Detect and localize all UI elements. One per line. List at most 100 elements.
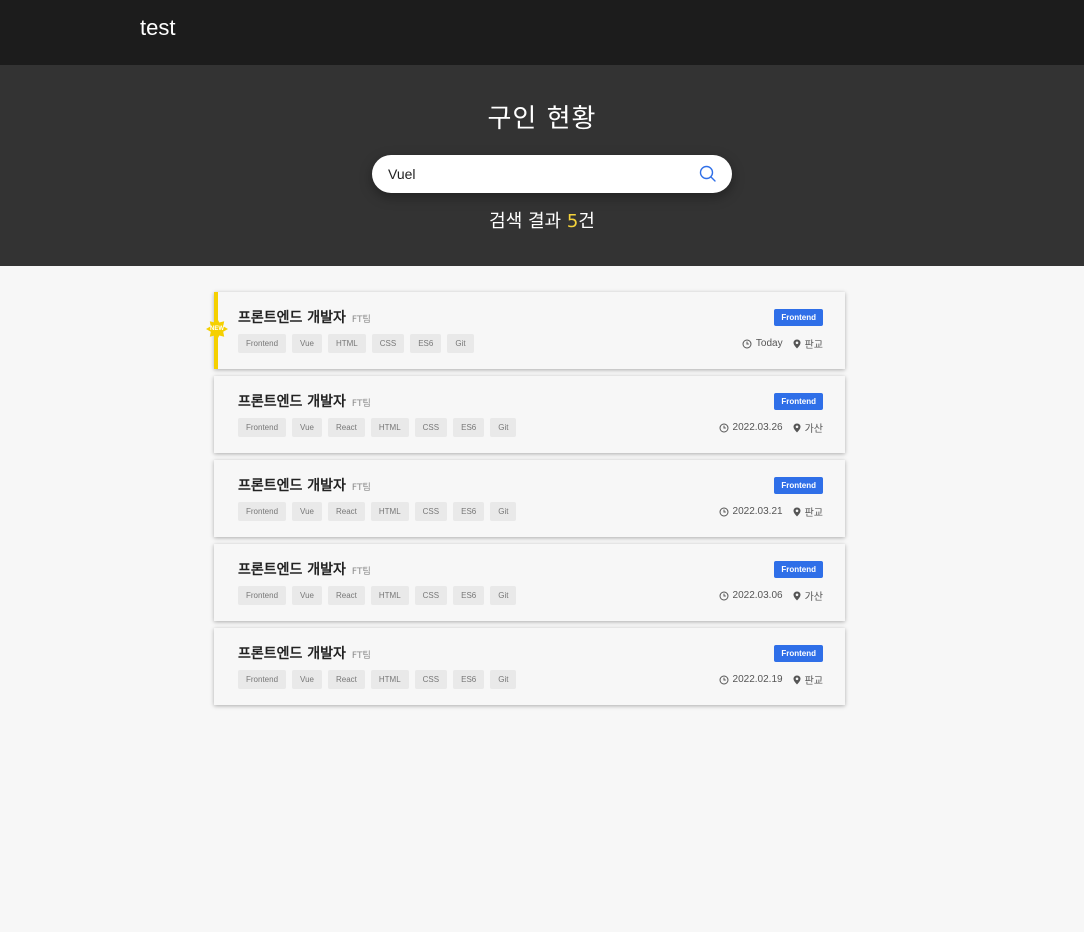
job-location: 판교 xyxy=(804,340,823,351)
skill-tag: ES6 xyxy=(410,334,442,353)
skill-tag: Vue xyxy=(292,670,322,689)
skill-tag: Frontend xyxy=(238,502,287,521)
posted-date: 2022.03.06 xyxy=(732,590,783,601)
job-location: 가산 xyxy=(804,424,823,435)
skill-tag: HTML xyxy=(327,334,366,353)
search-box xyxy=(372,155,732,193)
posted-date: 2022.03.21 xyxy=(732,506,783,517)
posted-date: 2022.02.19 xyxy=(732,674,783,685)
job-title: 프론트엔드 개발자 xyxy=(238,562,346,578)
job-location: 가산 xyxy=(804,592,823,603)
skill-tag: Git xyxy=(490,418,517,437)
skill-tag: Frontend xyxy=(238,334,287,353)
job-location: 판교 xyxy=(804,676,823,687)
skill-tag: ES6 xyxy=(453,586,485,605)
new-badge-label: NEW xyxy=(210,326,224,332)
skill-tag: Frontend xyxy=(238,418,287,437)
job-title: 프론트엔드 개발자 xyxy=(238,394,346,410)
skill-tag: React xyxy=(327,586,365,605)
tag-list: Frontend Vue React HTML CSS ES6 Git xyxy=(238,502,517,521)
job-title-row: 프론트엔드 개발자 FT팀 xyxy=(238,475,371,495)
job-team: FT팀 xyxy=(351,399,371,409)
category-badge: Frontend xyxy=(774,561,823,578)
result-prefix: 검색 결과 xyxy=(489,211,567,232)
job-card[interactable]: 프론트엔드 개발자 FT팀 Frontend Vue React HTML CSS ES6 Gi… xyxy=(214,544,845,621)
skill-tag: HTML xyxy=(370,502,409,521)
job-meta: Today 판교 xyxy=(742,336,823,351)
job-meta: 2022.03.26 가산 xyxy=(719,420,823,435)
location-pin-icon xyxy=(793,591,801,601)
location-pin-icon xyxy=(793,675,801,685)
job-title-row: 프론트엔드 개발자 FT팀 xyxy=(238,559,371,579)
new-badge-icon: NEW xyxy=(206,318,228,340)
skill-tag: Vue xyxy=(292,586,322,605)
skill-tag: Vue xyxy=(292,418,322,437)
skill-tag: React xyxy=(327,502,365,521)
skill-tag: HTML xyxy=(370,418,409,437)
skill-tag: ES6 xyxy=(453,418,485,437)
clock-icon xyxy=(719,423,729,433)
posted-date: Today xyxy=(755,338,783,349)
tag-list: Frontend Vue React HTML CSS ES6 Git xyxy=(238,670,517,689)
location-pin-icon xyxy=(793,339,801,349)
job-team: FT팀 xyxy=(351,567,371,577)
page-title: 구인 현황 xyxy=(487,104,597,134)
skill-tag: CSS xyxy=(414,502,448,521)
job-team: FT팀 xyxy=(351,483,371,493)
category-badge: Frontend xyxy=(774,645,823,662)
search-icon[interactable] xyxy=(698,164,718,184)
job-meta: 2022.03.06 가산 xyxy=(719,588,823,603)
tag-list: Frontend Vue React HTML CSS ES6 Git xyxy=(238,418,517,437)
job-location: 판교 xyxy=(804,508,823,519)
skill-tag: Frontend xyxy=(238,586,287,605)
job-title-row: 프론트엔드 개발자 FT팀 xyxy=(238,643,371,663)
skill-tag: Frontend xyxy=(238,670,287,689)
job-meta: 2022.03.21 판교 xyxy=(719,504,823,519)
job-team: FT팀 xyxy=(351,315,371,325)
skill-tag: ES6 xyxy=(453,670,485,689)
tag-list: Frontend Vue HTML CSS ES6 Git xyxy=(238,334,474,353)
job-title: 프론트엔드 개발자 xyxy=(238,478,346,494)
job-card[interactable]: 프론트엔드 개발자 FT팀 Frontend Vue React HTML CSS ES6 Gi… xyxy=(214,376,845,453)
search-input[interactable] xyxy=(388,155,688,193)
skill-tag: Git xyxy=(490,670,517,689)
job-card[interactable]: NEW 프론트엔드 개발자 FT팀 Frontend Vue HTML CSS ES6 Git F… xyxy=(206,292,845,369)
category-badge: Frontend xyxy=(774,477,823,494)
job-list: NEW 프론트엔드 개발자 FT팀 Frontend Vue HTML CSS ES6 Git F… xyxy=(206,292,845,712)
skill-tag: React xyxy=(327,418,365,437)
skill-tag: Vue xyxy=(292,502,322,521)
skill-tag: HTML xyxy=(370,586,409,605)
location-pin-icon xyxy=(793,507,801,517)
job-card[interactable]: 프론트엔드 개발자 FT팀 Frontend Vue React HTML CSS ES6 Gi… xyxy=(214,628,845,705)
clock-icon xyxy=(742,339,752,349)
skill-tag: React xyxy=(327,670,365,689)
skill-tag: Git xyxy=(490,502,517,521)
job-card[interactable]: 프론트엔드 개발자 FT팀 Frontend Vue React HTML CSS ES6 Gi… xyxy=(214,460,845,537)
clock-icon xyxy=(719,507,729,517)
result-count: 5 xyxy=(566,211,579,232)
skill-tag: Git xyxy=(447,334,474,353)
category-badge: Frontend xyxy=(774,393,823,410)
top-nav-bar: test xyxy=(0,0,1084,65)
skill-tag: CSS xyxy=(371,334,405,353)
skill-tag: HTML xyxy=(370,670,409,689)
job-team: FT팀 xyxy=(351,651,371,661)
tag-list: Frontend Vue React HTML CSS ES6 Git xyxy=(238,586,517,605)
skill-tag: ES6 xyxy=(453,502,485,521)
clock-icon xyxy=(719,675,729,685)
posted-date: 2022.03.26 xyxy=(732,422,783,433)
hero-section: 구인 현황 검색 결과 5건 xyxy=(0,65,1084,266)
search-result-summary: 검색 결과 5건 xyxy=(0,207,1084,233)
location-pin-icon xyxy=(793,423,801,433)
job-title-row: 프론트엔드 개발자 FT팀 xyxy=(238,391,371,411)
brand-logo[interactable]: test xyxy=(140,15,175,41)
job-title: 프론트엔드 개발자 xyxy=(238,310,346,326)
skill-tag: Git xyxy=(490,586,517,605)
result-suffix: 건 xyxy=(578,211,595,232)
skill-tag: CSS xyxy=(414,418,448,437)
clock-icon xyxy=(719,591,729,601)
category-badge: Frontend xyxy=(774,309,823,326)
job-meta: 2022.02.19 판교 xyxy=(719,672,823,687)
job-title-row: 프론트엔드 개발자 FT팀 xyxy=(238,307,371,327)
skill-tag: CSS xyxy=(414,670,448,689)
